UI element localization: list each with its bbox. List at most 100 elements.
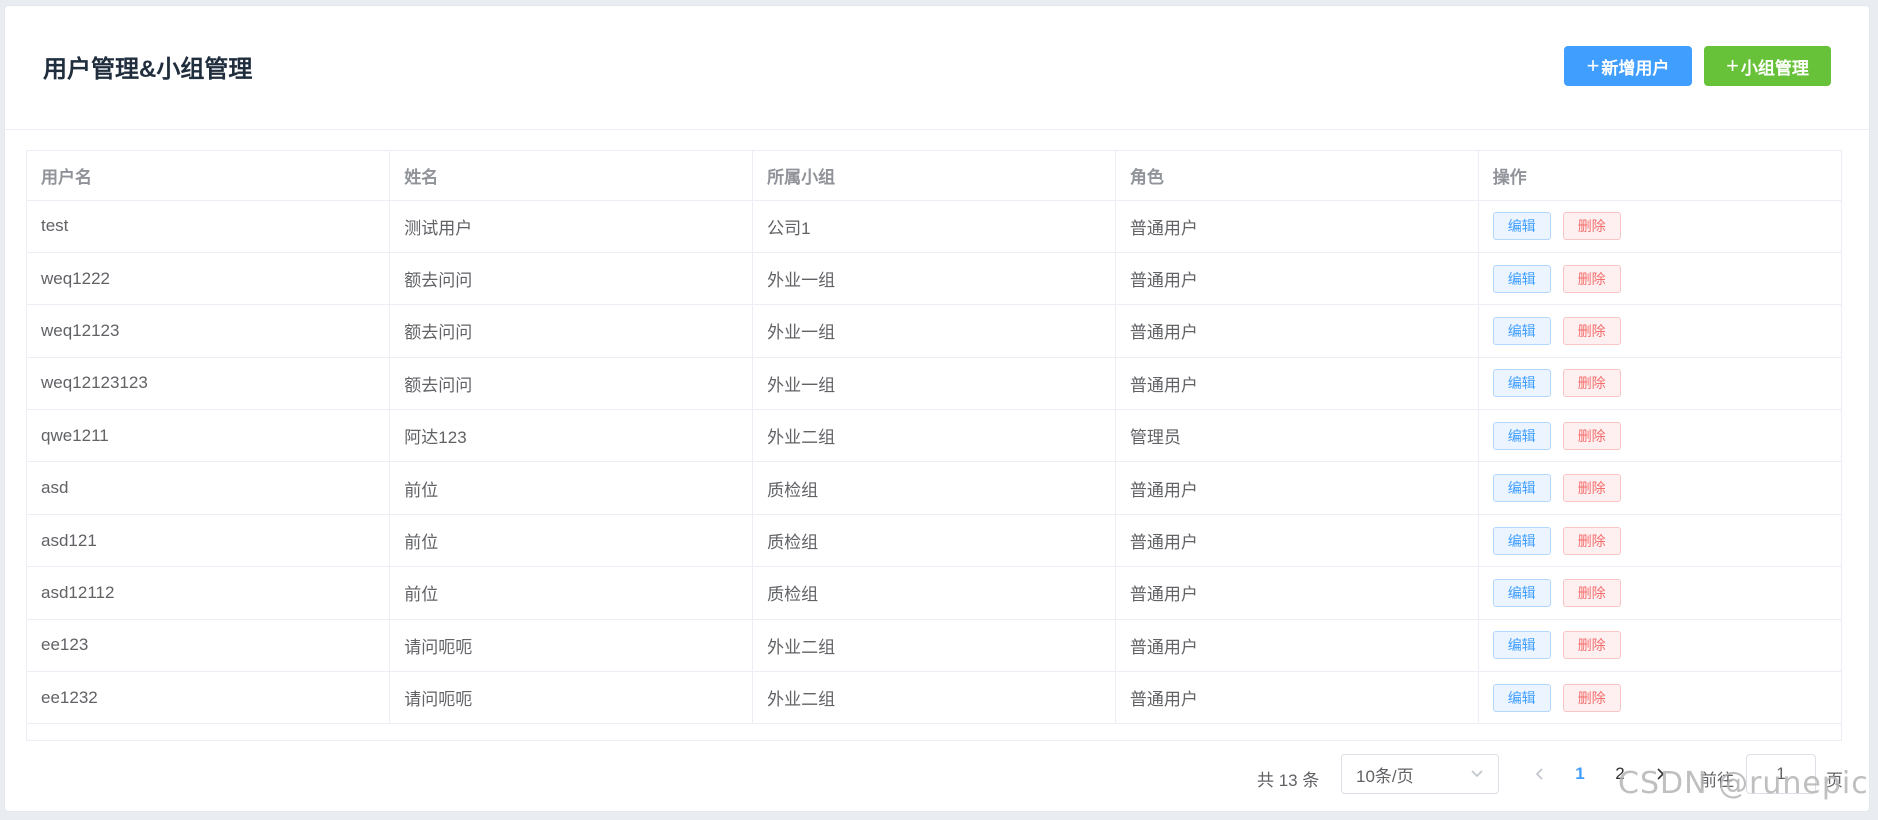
prev-page-button[interactable] bbox=[1528, 762, 1552, 786]
table-row: test 测试用户 公司1 普通用户 编辑 删除 bbox=[27, 200, 1841, 253]
user-table: 用户名 姓名 所属小组 角色 操作 test 测试用户 公司1 普通用户 编辑 删除 weq… bbox=[26, 150, 1842, 741]
cell-group: 质检组 bbox=[752, 461, 1116, 515]
cell-username: weq12123 bbox=[27, 304, 391, 358]
cell-role: 普通用户 bbox=[1115, 461, 1479, 515]
cell-group: 外业二组 bbox=[752, 619, 1116, 673]
column-header-role: 角色 bbox=[1115, 151, 1479, 201]
table-row: asd12112 前位 质检组 普通用户 编辑 删除 bbox=[27, 566, 1841, 620]
delete-button[interactable]: 删除 bbox=[1562, 526, 1621, 555]
edit-button[interactable]: 编辑 bbox=[1492, 421, 1551, 450]
cell-username: asd12112 bbox=[27, 566, 391, 620]
cell-role: 普通用户 bbox=[1115, 304, 1479, 358]
card-header: 用户管理&小组管理 + 新增用户 + 小组管理 bbox=[5, 6, 1869, 130]
cell-username: ee1232 bbox=[27, 671, 391, 725]
cell-group: 质检组 bbox=[752, 566, 1116, 620]
table-row: asd121 前位 质检组 普通用户 编辑 删除 bbox=[27, 514, 1841, 568]
chevron-left-icon bbox=[1535, 768, 1543, 780]
table-row: ee123 请问呃呃 外业二组 普通用户 编辑 删除 bbox=[27, 619, 1841, 673]
cell-actions: 编辑 删除 bbox=[1478, 252, 1841, 306]
cell-role: 管理员 bbox=[1115, 409, 1479, 463]
cell-name: 额去问问 bbox=[389, 304, 754, 358]
cell-name: 前位 bbox=[389, 461, 754, 515]
delete-button[interactable]: 删除 bbox=[1562, 264, 1621, 293]
cell-role: 普通用户 bbox=[1115, 252, 1479, 306]
add-user-label: 新增用户 bbox=[1601, 58, 1670, 78]
table-row: ee1232 请问呃呃 外业二组 普通用户 编辑 删除 bbox=[27, 671, 1841, 725]
cell-role: 普通用户 bbox=[1115, 357, 1479, 411]
table-header-row: 用户名 姓名 所属小组 角色 操作 bbox=[27, 151, 1841, 201]
cell-role: 普通用户 bbox=[1115, 514, 1479, 568]
page-size-select[interactable]: 10条/页 bbox=[1341, 754, 1499, 794]
edit-button[interactable]: 编辑 bbox=[1492, 316, 1551, 345]
cell-username: test bbox=[27, 200, 391, 253]
cell-group: 外业一组 bbox=[752, 357, 1116, 411]
plus-icon: + bbox=[1586, 53, 1600, 78]
window-frame: 用户管理&小组管理 + 新增用户 + 小组管理 用户名 姓名 所属小组 角色 操… bbox=[0, 0, 1878, 820]
table-row: weq12123 额去问问 外业一组 普通用户 编辑 删除 bbox=[27, 304, 1841, 358]
edit-button[interactable]: 编辑 bbox=[1492, 631, 1551, 660]
table-row: asd 前位 质检组 普通用户 编辑 删除 bbox=[27, 461, 1841, 515]
cell-username: asd121 bbox=[27, 514, 391, 568]
edit-button[interactable]: 编辑 bbox=[1492, 369, 1551, 398]
cell-actions: 编辑 删除 bbox=[1478, 200, 1841, 253]
edit-button[interactable]: 编辑 bbox=[1492, 683, 1551, 712]
cell-group: 外业一组 bbox=[752, 304, 1116, 358]
delete-button[interactable]: 删除 bbox=[1562, 474, 1621, 503]
chevron-down-icon bbox=[1471, 770, 1483, 778]
delete-button[interactable]: 删除 bbox=[1562, 316, 1621, 345]
cell-name: 额去问问 bbox=[389, 252, 754, 306]
group-manage-button[interactable]: + 小组管理 bbox=[1704, 46, 1831, 86]
cell-role: 普通用户 bbox=[1115, 619, 1479, 673]
group-manage-label: 小组管理 bbox=[1740, 58, 1809, 78]
delete-button[interactable]: 删除 bbox=[1562, 421, 1621, 450]
table-row: qwe1211 阿达123 外业二组 管理员 编辑 删除 bbox=[27, 409, 1841, 463]
delete-button[interactable]: 删除 bbox=[1562, 578, 1621, 607]
edit-button[interactable]: 编辑 bbox=[1492, 264, 1551, 293]
edit-button[interactable]: 编辑 bbox=[1492, 578, 1551, 607]
table-row: weq1222 额去问问 外业一组 普通用户 编辑 删除 bbox=[27, 252, 1841, 306]
cell-actions: 编辑 删除 bbox=[1478, 619, 1841, 673]
edit-button[interactable]: 编辑 bbox=[1492, 212, 1551, 241]
cell-group: 质检组 bbox=[752, 514, 1116, 568]
pagination-total: 共 13 条 bbox=[1257, 771, 1320, 790]
cell-group: 外业二组 bbox=[752, 671, 1116, 725]
cell-username: ee123 bbox=[27, 619, 391, 673]
plus-icon: + bbox=[1726, 53, 1739, 78]
cell-group: 公司1 bbox=[752, 200, 1116, 253]
page-size-value: 10条/页 bbox=[1356, 766, 1414, 786]
column-header-group: 所属小组 bbox=[752, 151, 1116, 201]
watermark: CSDN @runepic bbox=[1618, 766, 1869, 801]
cell-actions: 编辑 删除 bbox=[1478, 671, 1841, 725]
delete-button[interactable]: 删除 bbox=[1562, 683, 1621, 712]
cell-name: 请问呃呃 bbox=[389, 619, 754, 673]
cell-username: asd bbox=[27, 461, 391, 515]
delete-button[interactable]: 删除 bbox=[1562, 369, 1621, 398]
cell-name: 请问呃呃 bbox=[389, 671, 754, 725]
delete-button[interactable]: 删除 bbox=[1562, 212, 1621, 241]
page-number-1[interactable]: 1 bbox=[1566, 762, 1594, 786]
cell-username: qwe1211 bbox=[27, 409, 391, 463]
cell-username: weq1222 bbox=[27, 252, 391, 306]
page-title: 用户管理&小组管理 bbox=[43, 56, 253, 83]
cell-name: 测试用户 bbox=[389, 200, 754, 253]
column-header-username: 用户名 bbox=[27, 151, 391, 201]
cell-group: 外业二组 bbox=[752, 409, 1116, 463]
column-header-actions: 操作 bbox=[1478, 151, 1841, 201]
cell-name: 前位 bbox=[389, 514, 754, 568]
cell-name: 额去问问 bbox=[389, 357, 754, 411]
delete-button[interactable]: 删除 bbox=[1562, 631, 1621, 660]
cell-username: weq12123123 bbox=[27, 357, 391, 411]
cell-role: 普通用户 bbox=[1115, 671, 1479, 725]
cell-group: 外业一组 bbox=[752, 252, 1116, 306]
cell-name: 前位 bbox=[389, 566, 754, 620]
cell-actions: 编辑 删除 bbox=[1478, 409, 1841, 463]
cell-actions: 编辑 删除 bbox=[1478, 514, 1841, 568]
edit-button[interactable]: 编辑 bbox=[1492, 526, 1551, 555]
table-row: weq12123123 额去问问 外业一组 普通用户 编辑 删除 bbox=[27, 357, 1841, 411]
edit-button[interactable]: 编辑 bbox=[1492, 474, 1551, 503]
cell-name: 阿达123 bbox=[389, 409, 754, 463]
cell-actions: 编辑 删除 bbox=[1478, 304, 1841, 358]
add-user-button[interactable]: + 新增用户 bbox=[1564, 46, 1692, 86]
cell-actions: 编辑 删除 bbox=[1478, 566, 1841, 620]
cell-role: 普通用户 bbox=[1115, 200, 1479, 253]
